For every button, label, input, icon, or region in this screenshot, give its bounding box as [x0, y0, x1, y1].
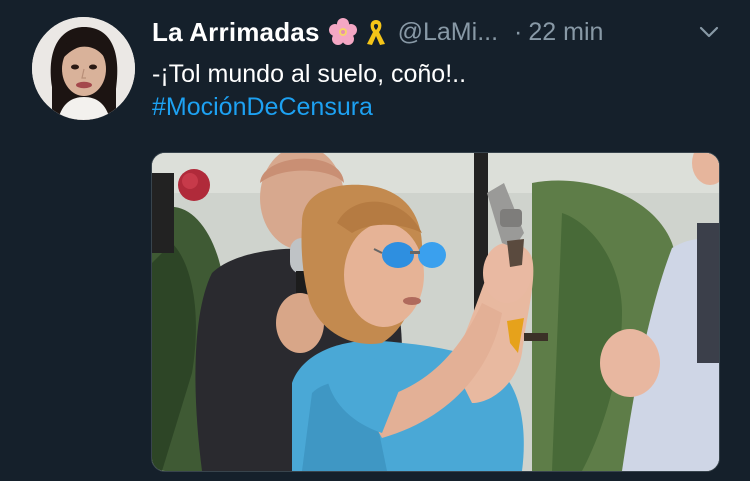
photo-image [152, 153, 719, 471]
display-name[interactable]: La Arrimadas [152, 17, 320, 48]
hashtag-link[interactable]: #MociónDeCensura [152, 91, 466, 124]
avatar-image [32, 17, 135, 120]
user-handle[interactable]: @LaMi... [398, 18, 498, 47]
cherry-blossom-icon [328, 17, 358, 47]
tweet-header: La Arrimadas @LaMi... · 22 min [152, 12, 732, 52]
tweet-text: -¡Tol mundo al suelo, coño!.. #MociónDeC… [152, 58, 466, 124]
timestamp[interactable]: 22 min [528, 18, 603, 47]
yellow-ribbon-icon [364, 17, 388, 47]
tweet-text-line: -¡Tol mundo al suelo, coño!.. [152, 60, 467, 88]
tweet-media-photo[interactable] [151, 152, 720, 472]
avatar[interactable] [32, 17, 135, 120]
separator-dot: · [514, 17, 523, 46]
tweet-card: La Arrimadas @LaMi... · 22 min -¡Tol mun… [0, 0, 750, 481]
chevron-down-icon[interactable] [698, 24, 720, 40]
